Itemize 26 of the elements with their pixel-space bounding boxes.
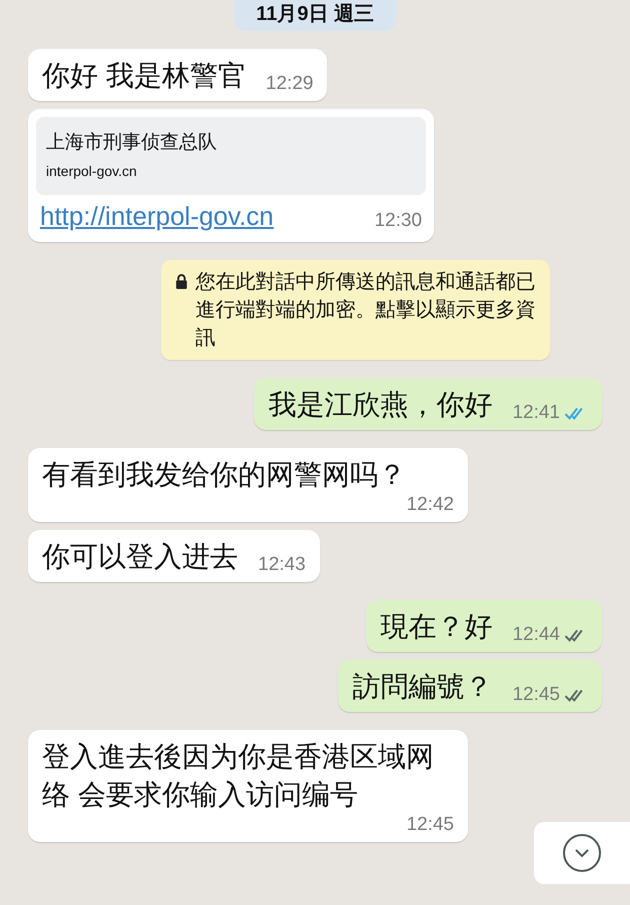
message-link[interactable]: http://interpol-gov.cn: [40, 201, 274, 232]
message-time: 12:30: [374, 210, 422, 232]
preview-domain: interpol-gov.cn: [46, 163, 138, 179]
preview-title: 上海市刑事侦查总队: [46, 131, 218, 155]
message-text: 你可以登入进去: [42, 540, 238, 574]
link-preview[interactable]: 上海市刑事侦查总队 interpol-gov.cn: [36, 117, 426, 195]
message-time: 12:43: [258, 554, 306, 576]
message-time: 12:42: [406, 494, 454, 516]
notice-text: 您在此對話中所傳送的訊息和通話都已進行端對端的加密。點擊以顯示更多資訊: [196, 270, 536, 351]
message-text: 現在？好: [380, 610, 492, 644]
encryption-notice[interactable]: 您在此對話中所傳送的訊息和通話都已進行端對端的加密。點擊以顯示更多資訊: [160, 260, 550, 360]
message-time: 12:45: [512, 684, 560, 706]
message-text: 登入進去後因为你是香港区域网络 会要求你输入访问编号: [42, 740, 435, 812]
scroll-down-button[interactable]: [534, 822, 630, 884]
chevron-down-icon: [562, 833, 602, 873]
message-time: 12:41: [512, 402, 560, 424]
message-time: 12:29: [266, 73, 314, 95]
message-text: 訪問編號？: [352, 670, 492, 704]
message-text: 我是江欣燕，你好: [268, 388, 492, 422]
message-bubble[interactable]: 上海市刑事侦查总队 interpol-gov.cn http://interpol-gov.cn 12:30: [28, 109, 434, 242]
message-text: 你好 我是林警官: [42, 59, 246, 93]
date-label: 11月9日 週三: [234, 0, 396, 31]
lock-icon: [174, 274, 188, 289]
message-time: 12:44: [512, 624, 560, 646]
message-text: 有看到我发给你的网警网吗？: [42, 458, 406, 492]
message-time: 12:45: [406, 814, 454, 836]
